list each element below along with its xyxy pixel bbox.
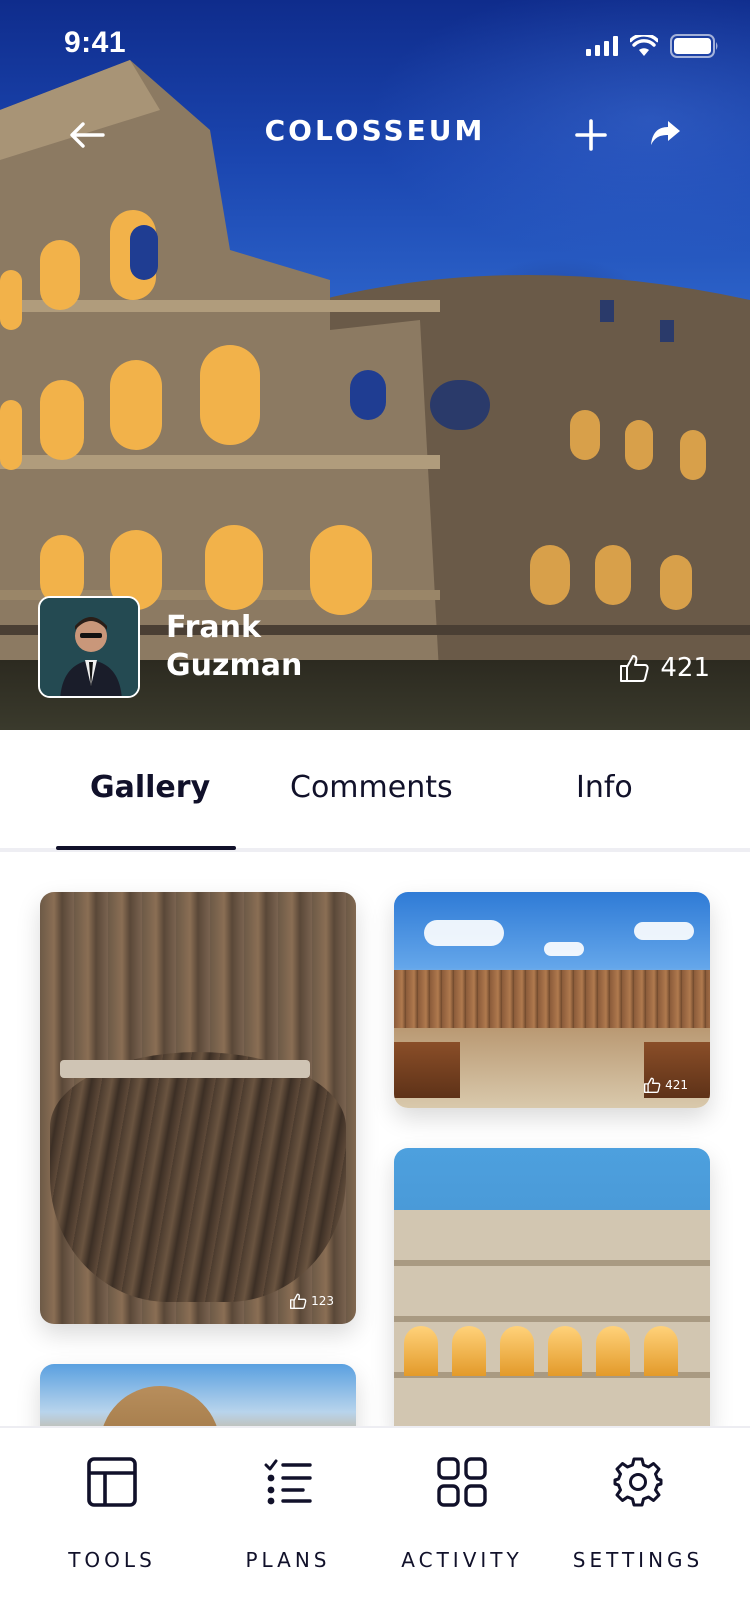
arena-walkway <box>60 1060 310 1078</box>
thumbs-up-icon <box>290 1293 307 1309</box>
author-first-name: Frank <box>166 610 261 645</box>
tab-gallery[interactable]: Gallery <box>90 770 210 805</box>
photo-likes-count: 123 <box>311 1294 334 1308</box>
status-bar: 9:41 <box>0 0 750 90</box>
gallery-photo-exterior[interactable] <box>394 1148 710 1426</box>
photo-likes: 123 <box>289 1292 334 1310</box>
status-time: 9:41 <box>64 26 127 59</box>
arena-wall <box>394 970 710 1028</box>
nav-item-settings[interactable]: SETTINGS <box>558 1452 718 1592</box>
cloud <box>544 942 584 956</box>
lit-arches <box>394 1326 710 1382</box>
thumbs-up-icon <box>644 1077 661 1093</box>
exterior-tiers <box>394 1210 710 1426</box>
gallery-photo-arena[interactable]: 123 <box>40 892 356 1324</box>
cloud <box>424 920 504 946</box>
dome-structure <box>100 1386 220 1426</box>
likes-count: 421 <box>660 653 710 683</box>
share-button[interactable] <box>640 108 690 158</box>
wooden-stand <box>394 1042 460 1098</box>
nav-label-settings: SETTINGS <box>572 1548 704 1572</box>
plus-icon <box>575 119 607 151</box>
avatar[interactable] <box>38 596 140 698</box>
battery-icon <box>670 34 720 58</box>
gallery-photo-stands[interactable]: 421 <box>394 892 710 1108</box>
bottom-nav: TOOLS PLANS ACTIVITY SETTINGS <box>0 1426 750 1624</box>
author-name[interactable]: Frank Guzman <box>166 609 302 685</box>
share-arrow-icon <box>651 121 680 145</box>
nav-bar: COLOSSEUM <box>0 100 750 170</box>
nav-item-tools[interactable]: TOOLS <box>32 1452 192 1592</box>
photo-likes: 421 <box>643 1076 688 1094</box>
page-title: COLOSSEUM <box>264 114 486 147</box>
cloud <box>634 922 694 940</box>
status-icons <box>586 34 720 58</box>
person-photo <box>40 598 138 696</box>
thumbs-up-icon <box>620 655 649 682</box>
nav-item-activity[interactable]: ACTIVITY <box>382 1452 542 1592</box>
signal-icon <box>586 36 618 56</box>
wifi-icon <box>630 35 658 57</box>
author-info[interactable]: Frank Guzman <box>38 596 302 698</box>
nav-label-plans: PLANS <box>245 1548 331 1572</box>
nav-item-plans[interactable]: PLANS <box>208 1452 368 1592</box>
grid-icon <box>432 1452 492 1512</box>
author-last-name: Guzman <box>166 648 303 683</box>
photo-likes-count: 421 <box>665 1078 688 1092</box>
nav-label-tools: TOOLS <box>68 1548 156 1572</box>
checklist-icon <box>258 1452 318 1512</box>
active-tab-indicator <box>56 846 236 850</box>
gallery-photo-dome[interactable] <box>40 1364 356 1426</box>
layout-icon <box>82 1452 142 1512</box>
tab-comments[interactable]: Comments <box>290 770 453 805</box>
tab-bar: Gallery Comments Info <box>0 730 750 852</box>
arena-floor <box>50 1052 346 1302</box>
gallery-grid: 123 421 <box>0 856 750 1426</box>
add-button[interactable] <box>566 110 616 160</box>
hero-image: 9:41 COLOSSEUM Frank Guzman 421 <box>0 0 750 730</box>
nav-label-activity: ACTIVITY <box>401 1548 523 1572</box>
gear-icon <box>608 1452 668 1512</box>
tab-info[interactable]: Info <box>576 770 633 805</box>
like-button[interactable]: 421 <box>618 652 710 684</box>
